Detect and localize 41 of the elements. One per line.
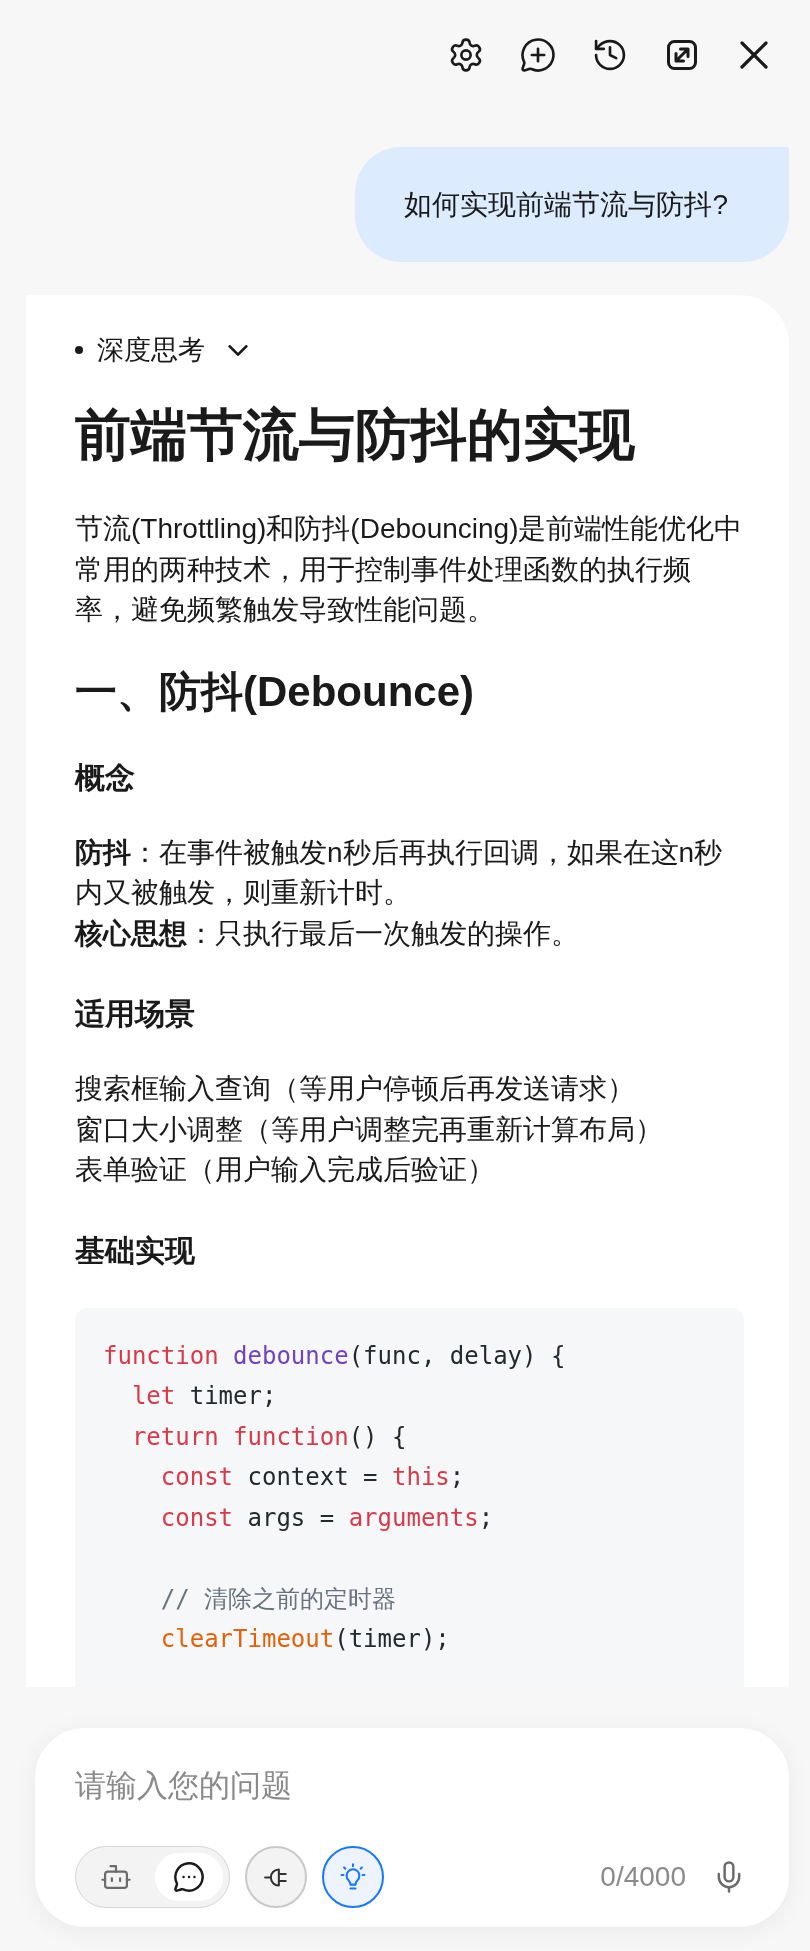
code-line: clearTimeout(timer);: [159, 1624, 450, 1655]
expand-button[interactable]: [665, 38, 699, 72]
history-icon: [593, 38, 627, 72]
chevron-icon: [228, 344, 248, 356]
robot-icon: [101, 1862, 131, 1892]
code-line: // 清除之前的定时器: [159, 1583, 397, 1615]
paragraph: 节流(Throttling)和防抖(Debouncing)是前端性能优化中常用的两种技术，用于控制事件处理函数的执行频率，避免频繁触发导致性能问题。: [75, 512, 744, 627]
text-line: 搜索框输入查询（等用户停顿后再发送请求）: [75, 1072, 636, 1106]
text-line: 窗口大小调整（等用户调整完再重新计算布局）: [75, 1112, 664, 1147]
microphone-button[interactable]: [717, 1861, 741, 1893]
text-line: 防抖：在事件被触发n秒后再执行回调，如果在这n秒内又被触发，则重新计时。: [75, 835, 724, 910]
character-count: 0/4000: [600, 1860, 686, 1894]
deep-thinking-toggle[interactable]: 深度思考: [97, 329, 248, 371]
section-heading: 一、防抖(Debounce): [75, 666, 475, 717]
text-line: 核心思想：只执行最后一次触发的操作。: [75, 916, 580, 951]
close-button[interactable]: [737, 38, 771, 72]
plug-icon: [264, 1867, 288, 1887]
code-line: function debounce(func, delay) {: [103, 1340, 566, 1372]
question-input[interactable]: 请输入您的问题: [75, 1764, 741, 1808]
settings-icon: [449, 38, 483, 72]
answer-title: 前端节流与防抖的实现: [75, 402, 636, 468]
chat-bubble-icon: [174, 1862, 204, 1892]
subsection-heading: 基础实现: [75, 1232, 196, 1269]
bullet-icon: [75, 346, 83, 354]
new-chat-button[interactable]: [521, 38, 555, 72]
subsection-heading: 概念: [75, 759, 136, 796]
expand-icon: [667, 40, 697, 70]
subsection-heading: 适用场景: [75, 996, 196, 1032]
close-icon: [740, 41, 768, 69]
text-line: 表单验证（用户输入完成后验证）: [75, 1153, 496, 1187]
code-line: let timer;: [130, 1381, 277, 1412]
code-line: return function() {: [130, 1421, 407, 1453]
chat-plus-icon: [521, 38, 555, 72]
chat-mode-button[interactable]: [155, 1853, 223, 1901]
code-line: const context = this;: [159, 1462, 465, 1493]
code-line: const args = arguments;: [159, 1502, 494, 1534]
settings-button[interactable]: [449, 38, 483, 72]
history-button[interactable]: [593, 38, 627, 72]
microphone-icon: [717, 1861, 741, 1893]
lightbulb-icon: [340, 1863, 366, 1891]
user-message-bubble: 如何实现前端节流与防抖?: [355, 147, 789, 262]
